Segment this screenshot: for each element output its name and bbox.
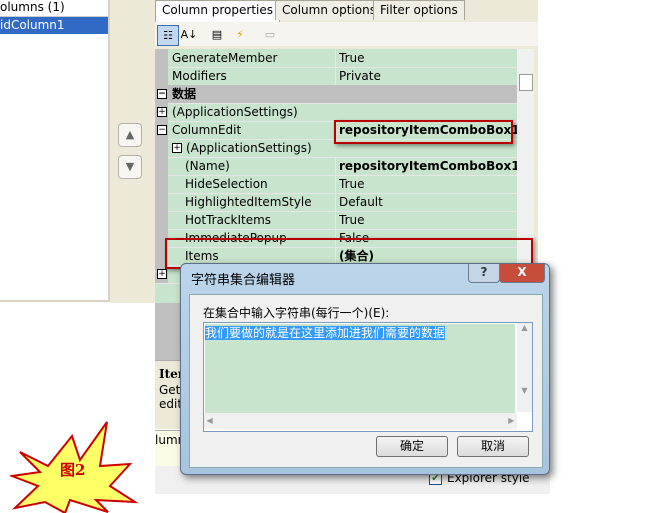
property-name: HighlightedItemStyle xyxy=(185,195,312,209)
cancel-button[interactable]: 取消 xyxy=(457,436,529,457)
property-name: GenerateMember xyxy=(172,51,278,65)
tab-filter-options[interactable]: Filter options xyxy=(373,0,465,20)
textarea-content: 我们要做的就是在这里添加进我们需要的数据 xyxy=(205,326,446,340)
property-name: ColumnEdit xyxy=(172,123,242,137)
property-value[interactable]: Default xyxy=(335,193,517,211)
move-down-button[interactable]: ▼ xyxy=(118,155,142,179)
tab-column-options[interactable]: Column options xyxy=(275,0,383,20)
property-name: HotTrackItems xyxy=(185,213,272,227)
string-collection-editor-dialog: 字符串集合编辑器 ? X 在集合中输入字符串(每行一个)(E): 我们要做的就是… xyxy=(180,263,550,475)
expand-icon[interactable]: + xyxy=(157,269,167,279)
scroll-thumb[interactable] xyxy=(519,74,533,91)
row-gutter xyxy=(155,49,168,67)
property-value[interactable]: True xyxy=(335,175,517,193)
property-row[interactable]: HideSelection True xyxy=(155,175,517,194)
property-row[interactable]: GenerateMember True xyxy=(155,49,517,68)
row-gutter xyxy=(155,157,168,175)
property-row[interactable]: (Name) repositoryItemComboBox1 xyxy=(155,157,520,176)
figure-badge: 图2 xyxy=(10,421,139,513)
row-gutter xyxy=(155,193,168,211)
expand-icon[interactable]: + xyxy=(172,143,182,153)
property-row[interactable]: HighlightedItemStyle Default xyxy=(155,193,517,212)
collapse-icon[interactable]: − xyxy=(157,89,167,99)
row-gutter xyxy=(155,139,168,157)
ok-button[interactable]: 确定 xyxy=(376,436,448,457)
property-name: (ApplicationSettings) xyxy=(172,105,298,119)
desc-line: edit xyxy=(159,397,183,411)
chevron-up-icon: ▲ xyxy=(125,128,135,141)
badge-text: 图2 xyxy=(60,461,85,479)
property-row[interactable]: HotTrackItems True xyxy=(155,211,517,230)
property-toolbar: ☷ A↓ ▤ ⚡ ▭ xyxy=(155,22,538,46)
property-name: Modifiers xyxy=(172,69,227,83)
vertical-scrollbar[interactable]: ▲ ▼ xyxy=(517,323,532,412)
property-row[interactable]: Modifiers Private xyxy=(155,67,517,86)
columns-header: olumns (1) xyxy=(0,0,108,17)
row-gutter xyxy=(155,211,168,229)
row-gutter xyxy=(155,67,168,85)
columns-list[interactable]: olumns (1) idColumn1 xyxy=(0,0,110,302)
move-up-button[interactable]: ▲ xyxy=(118,123,142,147)
property-value[interactable]: True xyxy=(335,211,517,229)
property-pages-icon[interactable]: ▭ xyxy=(260,25,280,44)
row-gutter xyxy=(155,175,168,193)
tab-column-properties[interactable]: Column properties xyxy=(155,0,281,22)
property-value[interactable]: repositoryItemComboBox1 xyxy=(335,157,520,175)
nav-strip: ▲ ▼ xyxy=(110,0,154,303)
highlight-columnedit xyxy=(334,120,513,144)
list-item-selected[interactable]: idColumn1 xyxy=(0,17,108,34)
property-name: (ApplicationSettings) xyxy=(186,141,312,155)
strings-textarea[interactable]: 我们要做的就是在这里添加进我们需要的数据 ▲ ▼ ◀ ▶ xyxy=(203,322,533,432)
help-button[interactable]: ? xyxy=(468,264,500,283)
properties-icon[interactable]: ▤ xyxy=(207,25,227,44)
property-name: HideSelection xyxy=(185,177,268,191)
property-value[interactable]: Private xyxy=(335,67,517,85)
categorized-icon[interactable]: ☷ xyxy=(157,25,179,46)
collapse-icon[interactable]: − xyxy=(157,125,167,135)
property-name: 数据 xyxy=(172,87,197,101)
close-button[interactable]: X xyxy=(499,264,545,283)
horizontal-scrollbar[interactable]: ◀ ▶ xyxy=(204,413,517,429)
sort-alpha-icon[interactable]: A↓ xyxy=(179,25,199,44)
property-row[interactable]: − 数据 xyxy=(155,85,517,104)
property-name: (Name) xyxy=(185,159,230,173)
expand-icon[interactable]: + xyxy=(157,107,167,117)
input-label: 在集合中输入字符串(每行一个)(E): xyxy=(203,306,390,320)
events-icon[interactable]: ⚡ xyxy=(230,25,250,44)
property-value[interactable]: True xyxy=(335,49,517,67)
dialog-body: 在集合中输入字符串(每行一个)(E): 我们要做的就是在这里添加进我们需要的数据… xyxy=(189,294,543,468)
dialog-title: 字符串集合编辑器 xyxy=(191,273,296,288)
chevron-down-icon: ▼ xyxy=(125,160,135,173)
